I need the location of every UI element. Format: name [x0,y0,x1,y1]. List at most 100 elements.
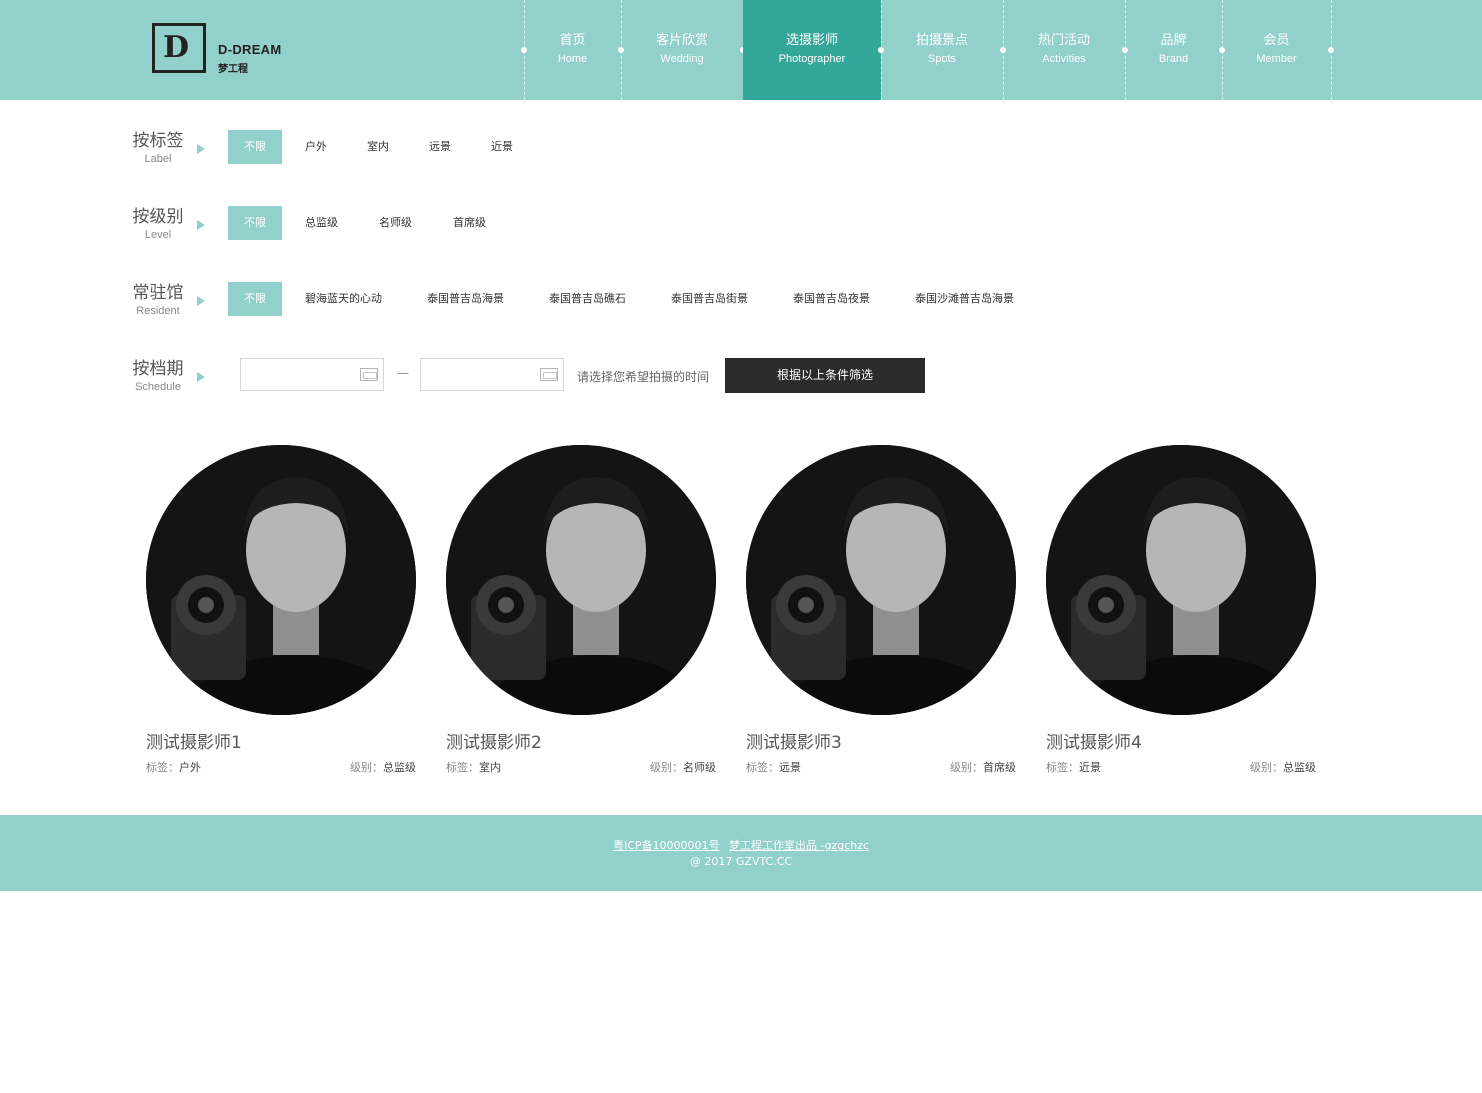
triangle-right-icon [197,144,205,154]
nav-item-brand[interactable]: 品牌 Brand [1125,0,1222,100]
logo-mark-icon: D [152,23,206,73]
nav-label-en: Member [1256,53,1297,65]
filter-title-cn: 按级别 [132,207,184,227]
filter-title-en: Label [144,153,172,165]
filter-option[interactable]: 首席级 [453,206,486,240]
filter-title-en: Resident [136,305,180,317]
nav-label-en: Brand [1158,53,1189,65]
tag-label: 标签： [446,761,479,774]
copyright: @ 2017 GZVTC.CC [689,855,793,868]
filter-option[interactable]: 泰国普吉岛海景 [427,282,504,316]
nav-item-wedding[interactable]: 客片欣赏 Wedding [621,0,743,100]
icp-link[interactable]: 粤ICP备10000001号 [613,839,720,852]
nav-item-home[interactable]: 首页 Home [524,0,621,100]
nav-label-en: Spots [927,53,957,65]
filter-title: 按级别 Level [130,206,186,242]
photographer-tag: 标签：户外 [146,759,201,775]
nav-label-cn: 品牌 [1160,33,1187,48]
date-range-dash: — [397,366,409,380]
nav-item-activities[interactable]: 热门活动 Activities [1003,0,1125,100]
start-date-input[interactable] [240,358,384,391]
tag-value: 户外 [179,761,201,774]
nav-label-cn: 选摄影师 [785,33,838,48]
filter-option[interactable]: 泰国沙滩普吉岛海景 [915,282,1014,316]
nav-label-en: Activities [1042,53,1086,65]
nav-item-photographer[interactable]: 选摄影师 Photographer [743,0,881,100]
filter-row-resident: 常驻馆 Resident 不限 碧海蓝天的心动 泰国普吉岛海景 泰国普吉岛礁石 … [130,282,1230,322]
filter-option[interactable]: 近景 [491,130,513,164]
filter-title-cn: 按档期 [132,359,184,379]
photographer-portrait-icon [746,445,1016,715]
tag-label: 标签： [146,761,179,774]
photographer-avatar[interactable] [146,445,416,715]
filter-title: 按标签 Label [130,130,186,166]
nav-label-cn: 会员 [1263,33,1290,48]
photographer-tag: 标签：室内 [446,759,501,775]
nav-item-spots[interactable]: 拍摄景点 Spots [881,0,1003,100]
nav-label-en: Home [557,53,588,65]
filter-title-cn: 常驻馆 [132,283,184,303]
photographer-name[interactable]: 测试摄影师4 [1046,728,1142,753]
logo-text-en: D-DREAM [218,42,282,57]
photographer-name[interactable]: 测试摄影师2 [446,728,542,753]
filter-option[interactable]: 泰国普吉岛夜景 [793,282,870,316]
schedule-hint: 请选择您希望拍摄的时间 [577,370,710,384]
triangle-right-icon [197,296,205,306]
photographer-avatar[interactable] [746,445,1016,715]
filter-option[interactable]: 远景 [429,130,451,164]
level-value: 名师级 [683,761,716,774]
site-logo[interactable]: D D-DREAM 梦工程 [152,23,292,77]
tag-label: 标签： [746,761,779,774]
filter-option[interactable]: 泰国普吉岛礁石 [549,282,626,316]
end-date-input[interactable] [420,358,564,391]
filter-option[interactable]: 不限 [228,206,282,240]
level-value: 总监级 [383,761,416,774]
tag-value: 近景 [1079,761,1101,774]
filter-option[interactable]: 户外 [305,130,327,164]
nav-label-en: Wedding [660,53,704,65]
filter-option[interactable]: 室内 [367,130,389,164]
tag-value: 室内 [479,761,501,774]
level-value: 总监级 [1283,761,1316,774]
photographer-level: 级别：首席级 [950,759,1016,775]
triangle-right-icon [197,220,205,230]
nav-label-cn: 拍摄景点 [915,33,968,48]
level-label: 级别： [350,761,383,774]
filter-option[interactable]: 总监级 [305,206,338,240]
filter-row-schedule: 按档期 Schedule — 请选择您希望拍摄的时间 根据以上条件筛选 [130,358,1230,398]
site-header: D D-DREAM 梦工程 首页 Home 客片欣赏 Wedding 选摄影师 … [0,0,1482,100]
photographer-name[interactable]: 测试摄影师1 [146,728,242,753]
filter-option[interactable]: 不限 [228,130,282,164]
site-footer: 粤ICP备10000001号 梦工程工作室出品 -gzgchzc @ 2017 … [0,815,1482,891]
tag-value: 远景 [779,761,801,774]
studio-link[interactable]: 梦工程工作室出品 -gzgchzc [729,839,869,852]
filter-title: 常驻馆 Resident [130,282,186,318]
filter-row-level: 按级别 Level 不限 总监级 名师级 首席级 [130,206,1230,246]
nav-item-member[interactable]: 会员 Member [1222,0,1331,100]
filter-option[interactable]: 不限 [228,282,282,316]
photographer-level: 级别：总监级 [350,759,416,775]
filter-title-cn: 按标签 [132,131,184,151]
filter-option[interactable]: 碧海蓝天的心动 [305,282,382,316]
photographer-level: 级别：总监级 [1250,759,1316,775]
filter-title-en: Level [144,229,172,241]
level-value: 首席级 [983,761,1016,774]
logo-mark-letter: D [163,30,190,65]
filter-option[interactable]: 名师级 [379,206,412,240]
photographer-name[interactable]: 测试摄影师3 [746,728,842,753]
photographer-portrait-icon [446,445,716,715]
photographer-level: 级别：名师级 [650,759,716,775]
filter-submit-button[interactable]: 根据以上条件筛选 [725,358,925,393]
nav-label-cn: 首页 [559,33,586,48]
level-label: 级别： [950,761,983,774]
photographer-avatar[interactable] [1046,445,1316,715]
filter-option[interactable]: 泰国普吉岛街景 [671,282,748,316]
calendar-icon[interactable] [540,368,558,381]
nav-label-en: Photographer [778,53,846,65]
logo-text-cn: 梦工程 [218,64,248,75]
photographer-avatar[interactable] [446,445,716,715]
photographer-tag: 标签：近景 [1046,759,1101,775]
footer-links: 粤ICP备10000001号 梦工程工作室出品 -gzgchzc [0,837,1482,853]
calendar-icon[interactable] [360,368,378,381]
nav-label-cn: 热门活动 [1037,33,1090,48]
